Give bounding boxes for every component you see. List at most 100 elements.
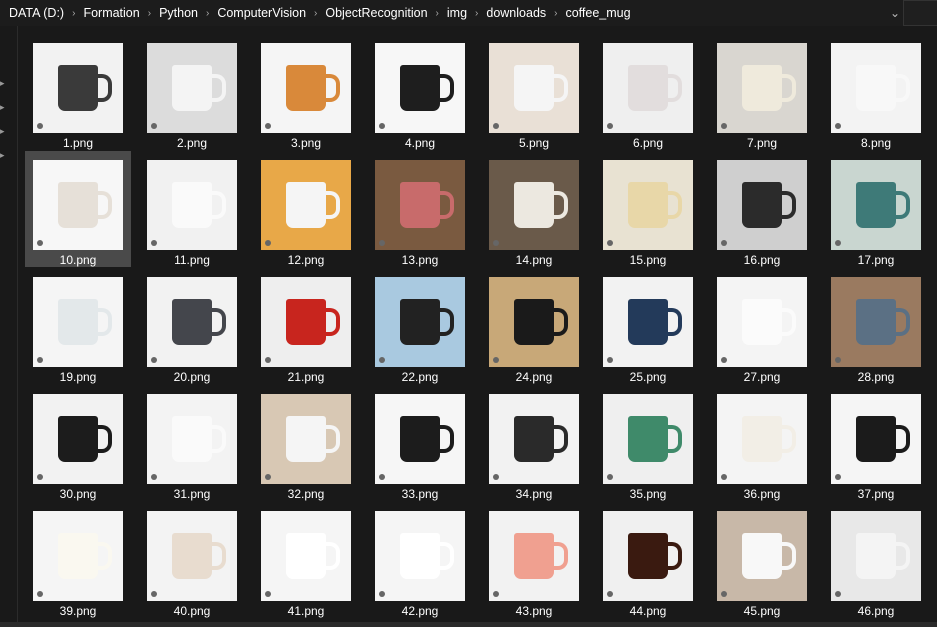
file-item[interactable]: 11.png <box>139 151 245 267</box>
file-name: 46.png <box>857 604 895 618</box>
sync-status-icon <box>37 591 43 597</box>
file-item[interactable]: 16.png <box>709 151 815 267</box>
mug-image <box>400 182 454 228</box>
thumbnail-image <box>717 160 807 250</box>
sync-status-icon <box>721 123 727 129</box>
mug-image <box>742 416 796 462</box>
thumbnail-image <box>375 160 465 250</box>
chevron-right-icon: › <box>554 7 558 19</box>
sync-status-icon <box>607 240 613 246</box>
file-item[interactable]: 45.png <box>709 502 815 618</box>
expand-arrow-icon[interactable]: ▸ <box>0 150 5 161</box>
file-name: 45.png <box>743 604 781 618</box>
thumbnail-image <box>261 511 351 601</box>
navigation-pane[interactable]: ▸ ▸ ▸ ▸ <box>0 26 18 627</box>
file-item[interactable]: 10.png <box>25 151 131 267</box>
file-item[interactable]: 36.png <box>709 385 815 501</box>
sync-status-icon <box>835 474 841 480</box>
thumbnail-image <box>261 160 351 250</box>
file-item[interactable]: 13.png <box>367 151 473 267</box>
file-item[interactable]: 28.png <box>823 268 929 384</box>
file-item[interactable]: 34.png <box>481 385 587 501</box>
file-item[interactable]: 12.png <box>253 151 359 267</box>
file-name: 32.png <box>287 487 325 501</box>
expand-arrow-icon[interactable]: ▸ <box>0 102 5 113</box>
file-name: 10.png <box>59 253 97 267</box>
file-item[interactable]: 1.png <box>25 34 131 150</box>
file-item[interactable]: 44.png <box>595 502 701 618</box>
file-item[interactable]: 35.png <box>595 385 701 501</box>
file-item[interactable]: 8.png <box>823 34 929 150</box>
expand-arrow-icon[interactable]: ▸ <box>0 78 5 89</box>
file-item[interactable]: 5.png <box>481 34 587 150</box>
sync-status-icon <box>607 123 613 129</box>
file-item[interactable]: 37.png <box>823 385 929 501</box>
breadcrumb-item[interactable]: downloads <box>481 6 551 20</box>
file-name: 3.png <box>290 136 322 150</box>
file-name: 28.png <box>857 370 895 384</box>
breadcrumb-item[interactable]: DATA (D:) <box>4 6 69 20</box>
mug-image <box>628 65 682 111</box>
mug-image <box>400 533 454 579</box>
file-name: 40.png <box>173 604 211 618</box>
file-item[interactable]: 19.png <box>25 268 131 384</box>
mug-image <box>856 533 910 579</box>
file-item[interactable]: 41.png <box>253 502 359 618</box>
file-name: 1.png <box>62 136 94 150</box>
file-name: 35.png <box>629 487 667 501</box>
file-name: 6.png <box>632 136 664 150</box>
search-input[interactable] <box>903 0 937 26</box>
file-name: 42.png <box>401 604 439 618</box>
file-item[interactable]: 3.png <box>253 34 359 150</box>
breadcrumb-item[interactable]: ObjectRecognition <box>320 6 432 20</box>
mug-image <box>58 533 112 579</box>
file-item[interactable]: 31.png <box>139 385 245 501</box>
sync-status-icon <box>37 240 43 246</box>
chevron-right-icon: › <box>475 7 479 19</box>
sync-status-icon <box>379 591 385 597</box>
file-item[interactable]: 40.png <box>139 502 245 618</box>
file-item[interactable]: 4.png <box>367 34 473 150</box>
file-item[interactable]: 2.png <box>139 34 245 150</box>
file-item[interactable]: 24.png <box>481 268 587 384</box>
file-item[interactable]: 20.png <box>139 268 245 384</box>
file-item[interactable]: 17.png <box>823 151 929 267</box>
file-item[interactable]: 43.png <box>481 502 587 618</box>
thumbnail-image <box>717 43 807 133</box>
file-name: 37.png <box>857 487 895 501</box>
breadcrumb-item[interactable]: Python <box>154 6 203 20</box>
file-item[interactable]: 39.png <box>25 502 131 618</box>
thumbnail-image <box>147 160 237 250</box>
mug-image <box>58 299 112 345</box>
file-name: 13.png <box>401 253 439 267</box>
file-item[interactable]: 14.png <box>481 151 587 267</box>
file-name: 44.png <box>629 604 667 618</box>
breadcrumb-item[interactable]: Formation <box>78 6 144 20</box>
sync-status-icon <box>265 123 271 129</box>
chevron-right-icon: › <box>314 7 318 19</box>
file-item[interactable]: 25.png <box>595 268 701 384</box>
chevron-right-icon: › <box>435 7 439 19</box>
file-item[interactable]: 7.png <box>709 34 815 150</box>
file-item[interactable]: 6.png <box>595 34 701 150</box>
file-item[interactable]: 33.png <box>367 385 473 501</box>
address-bar[interactable]: DATA (D:) › Formation › Python › ComputerVisio… <box>0 0 937 26</box>
file-item[interactable]: 46.png <box>823 502 929 618</box>
file-item[interactable]: 30.png <box>25 385 131 501</box>
file-name: 21.png <box>287 370 325 384</box>
file-item[interactable]: 42.png <box>367 502 473 618</box>
file-name: 15.png <box>629 253 667 267</box>
thumbnail-image <box>831 160 921 250</box>
file-item[interactable]: 27.png <box>709 268 815 384</box>
mug-image <box>400 416 454 462</box>
breadcrumb-item[interactable]: coffee_mug <box>560 6 635 20</box>
sync-status-icon <box>607 357 613 363</box>
breadcrumb-item[interactable]: img <box>442 6 472 20</box>
file-item[interactable]: 32.png <box>253 385 359 501</box>
file-item[interactable]: 15.png <box>595 151 701 267</box>
file-item[interactable]: 21.png <box>253 268 359 384</box>
horizontal-scrollbar[interactable] <box>0 622 937 627</box>
file-item[interactable]: 22.png <box>367 268 473 384</box>
expand-arrow-icon[interactable]: ▸ <box>0 126 5 137</box>
breadcrumb-item[interactable]: ComputerVision <box>212 6 311 20</box>
